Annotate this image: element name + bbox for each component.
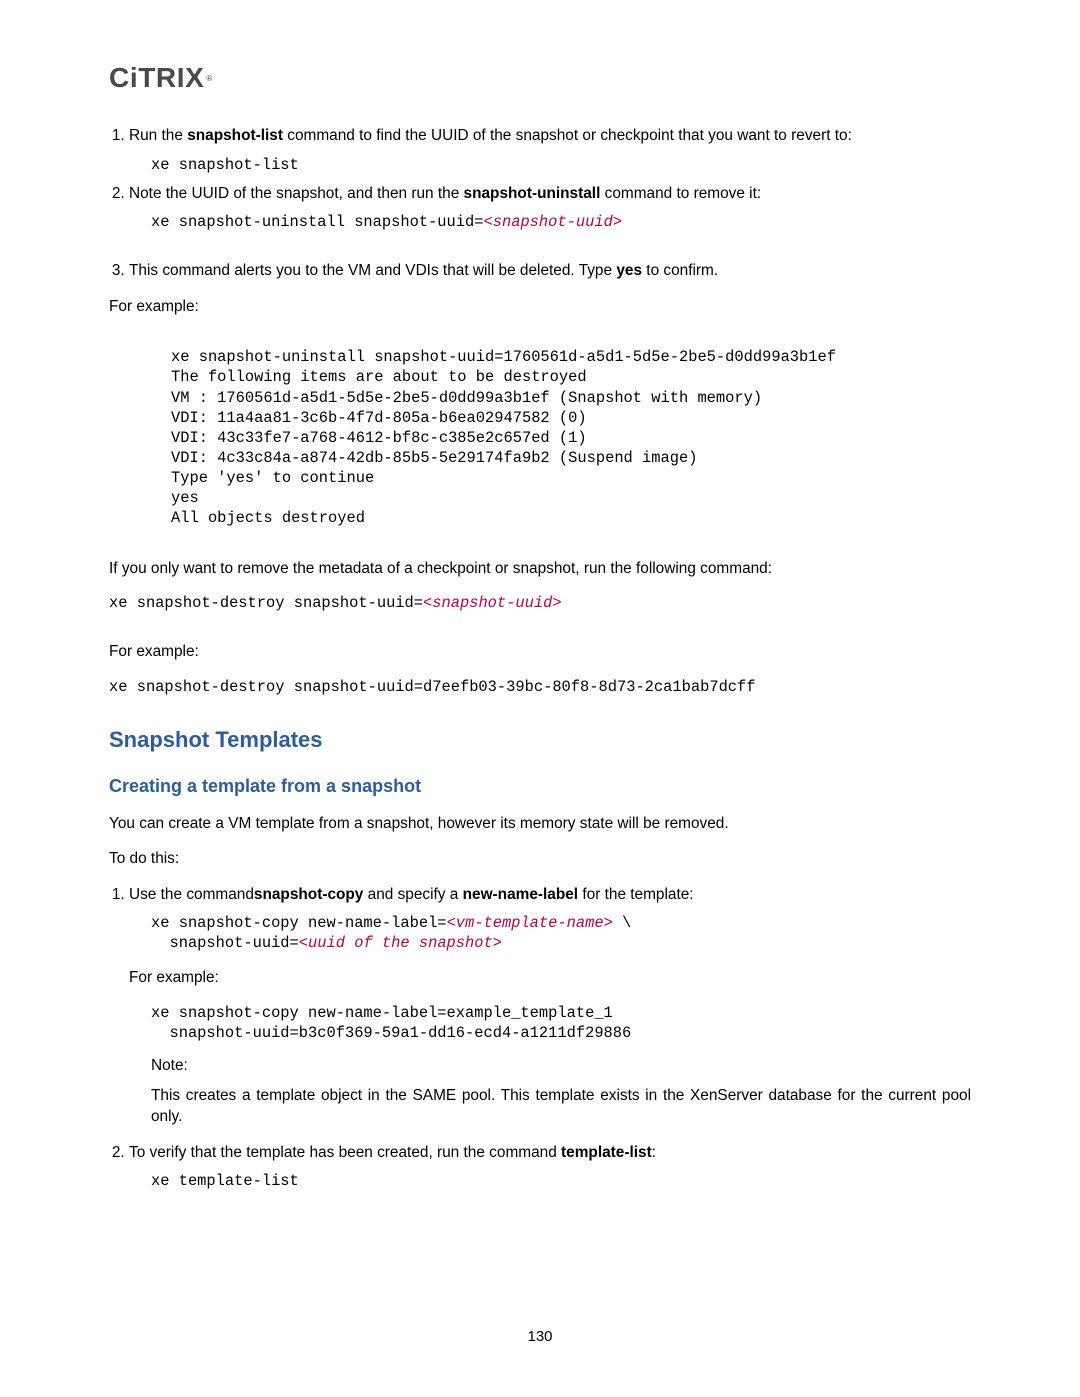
for-example-1: For example: — [109, 296, 971, 318]
code-snapshot-uninstall: xe snapshot-uninstall snapshot-uuid=<sna… — [151, 212, 971, 232]
code-snapshot-copy: xe snapshot-copy new-name-label=<vm-temp… — [151, 913, 971, 953]
step2-cmd: snapshot-uninstall — [464, 185, 601, 202]
t1-d: new-name-label — [463, 886, 578, 903]
code-snapshot-destroy: xe snapshot-destroy snapshot-uuid=<snaps… — [109, 593, 971, 613]
step-1: Run the snapshot-list command to find th… — [129, 125, 971, 175]
for-example-3: For example: — [129, 967, 971, 989]
step-3: This command alerts you to the VM and VD… — [129, 260, 971, 282]
step1-post: command to find the UUID of the snapshot… — [283, 127, 852, 144]
step3-yes: yes — [616, 262, 642, 279]
metadata-para: If you only want to remove the metadata … — [109, 558, 971, 580]
step3-post: to confirm. — [642, 262, 718, 279]
step-2: Note the UUID of the snapshot, and then … — [129, 183, 971, 233]
t-step-2: To verify that the template has been cre… — [129, 1142, 971, 1192]
t2-b: template-list — [561, 1144, 652, 1161]
t1-c: and specify a — [363, 886, 462, 903]
steps-list-2: Use the commandsnapshot-copy and specify… — [109, 884, 971, 1191]
page-number: 130 — [0, 1326, 1080, 1347]
note-block: Note: This creates a template object in … — [151, 1055, 971, 1128]
note-label: Note: — [151, 1055, 971, 1077]
citrix-logo: CiTRIX® — [109, 58, 971, 97]
t-step-1: Use the commandsnapshot-copy and specify… — [129, 884, 971, 1128]
example-copy: xe snapshot-copy new-name-label=example_… — [151, 1003, 971, 1043]
example-destroy: xe snapshot-destroy snapshot-uuid=d7eefb… — [109, 677, 971, 697]
t1-e: for the template: — [578, 886, 694, 903]
step3-pre: This command alerts you to the VM and VD… — [129, 262, 616, 279]
step2-pre: Note the UUID of the snapshot, and then … — [129, 185, 464, 202]
steps-list-1: Run the snapshot-list command to find th… — [109, 125, 971, 282]
step1-pre: Run the — [129, 127, 187, 144]
to-do-this: To do this: — [109, 848, 971, 870]
heading-creating-template: Creating a template from a snapshot — [109, 774, 971, 799]
t1-b: snapshot-copy — [254, 886, 363, 903]
code-snapshot-list: xe snapshot-list — [151, 155, 971, 175]
step1-cmd: snapshot-list — [187, 127, 283, 144]
code-template-list: xe template-list — [151, 1171, 971, 1191]
note-body: This creates a template object in the SA… — [151, 1087, 971, 1126]
example-uninstall-output: xe snapshot-uninstall snapshot-uuid=1760… — [171, 347, 971, 527]
for-example-2: For example: — [109, 641, 971, 663]
t2-c: : — [652, 1144, 656, 1161]
t2-a: To verify that the template has been cre… — [129, 1144, 561, 1161]
template-intro: You can create a VM template from a snap… — [109, 813, 971, 835]
t1-a: Use the command — [129, 886, 254, 903]
step2-post: command to remove it: — [600, 185, 761, 202]
heading-snapshot-templates: Snapshot Templates — [109, 725, 971, 756]
